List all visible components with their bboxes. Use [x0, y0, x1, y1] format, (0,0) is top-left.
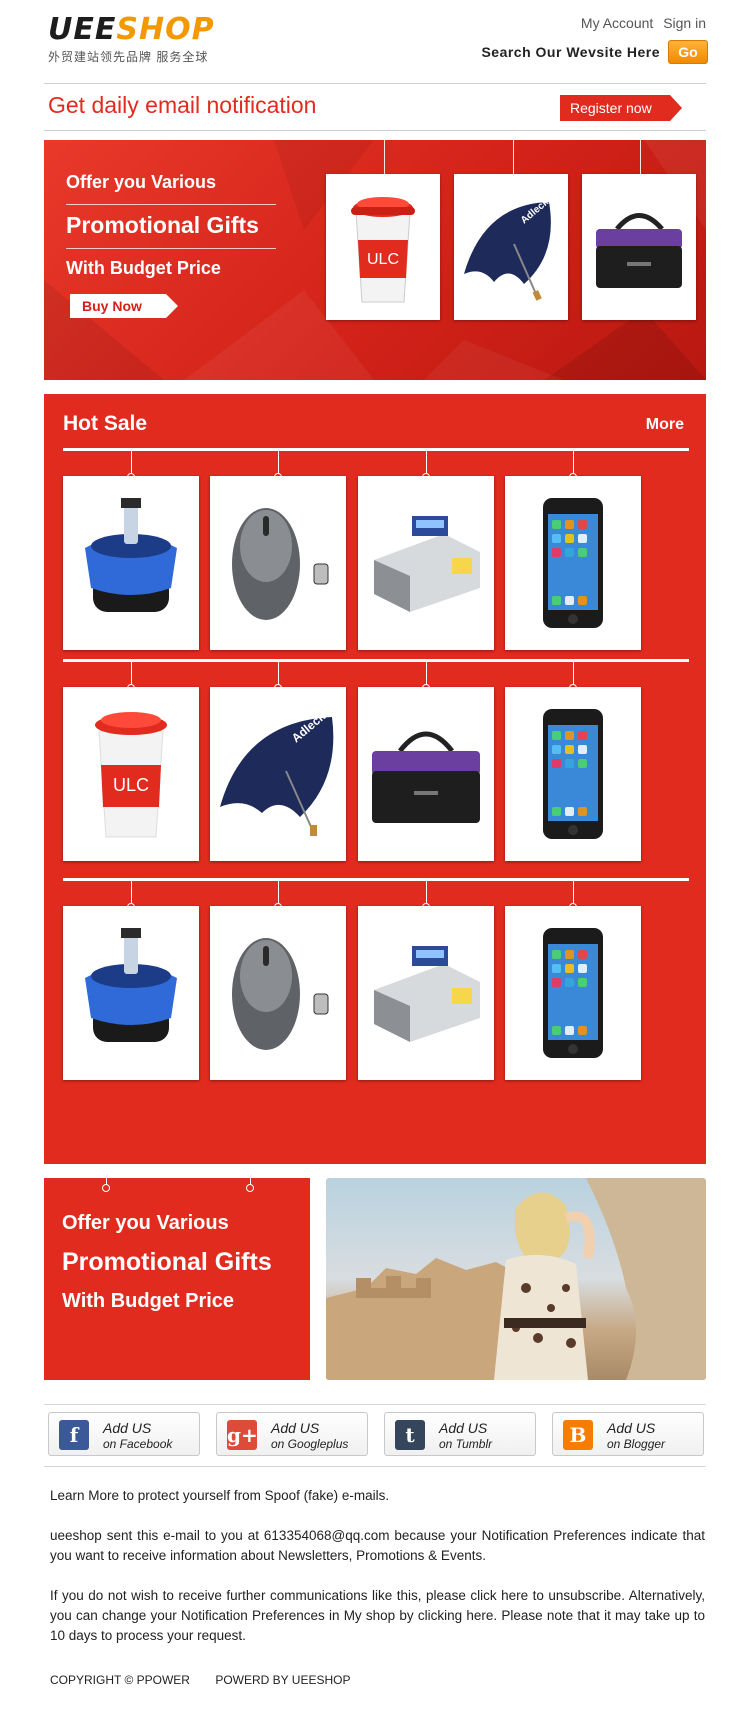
network-label: on Blogger [607, 1437, 666, 1451]
spoof-notice: Learn More to protect yourself from Spoo… [50, 1488, 390, 1503]
product-card[interactable]: ULC [63, 687, 199, 861]
product-card[interactable] [505, 476, 641, 650]
promo2-line-3: With Budget Price [62, 1290, 235, 1312]
divider [44, 1404, 706, 1405]
product-card[interactable] [210, 476, 346, 650]
divider [44, 130, 706, 131]
hot-sale-rule [63, 448, 689, 451]
logo[interactable]: UEESHOP 外贸建站领先品牌 服务全球 [48, 14, 215, 65]
product-card[interactable]: Adleck [210, 687, 346, 861]
hot-sale-rule [63, 878, 689, 881]
add-us-button[interactable]: f Add US on Facebook [48, 1412, 200, 1456]
account-links: My Account Sign in [575, 15, 706, 31]
add-us-button[interactable]: g+ Add US on Googleplus [216, 1412, 368, 1456]
logo-tagline: 外贸建站领先品牌 服务全球 [48, 50, 209, 64]
product-card-bag[interactable] [582, 174, 696, 320]
umbrella-icon: Adleck [464, 197, 551, 301]
svg-text:ULC: ULC [367, 251, 399, 268]
logo-wordmark: UEESHOP [48, 12, 215, 47]
product-card-umbrella[interactable]: Adleck [454, 174, 568, 320]
mug-icon: ULC [351, 197, 415, 303]
banner-line-3: With Budget Price [66, 258, 221, 278]
product-card[interactable] [505, 906, 641, 1080]
money-counter-icon [374, 946, 480, 1042]
umbrella-icon: Adleck [220, 709, 334, 836]
banner-rule [66, 248, 276, 249]
money-counter-icon [374, 516, 480, 612]
hanger-thread [384, 140, 385, 176]
sign-in-link[interactable]: Sign in [663, 15, 706, 31]
notification-heading: Get daily email notification [48, 92, 317, 118]
googleplus-icon: g+ [227, 1420, 258, 1450]
banner-rule [66, 204, 276, 205]
banner-line-1: Offer you Various [66, 172, 217, 192]
product-card[interactable] [358, 687, 494, 861]
hot-sale-rule [63, 659, 689, 662]
product-card[interactable] [63, 906, 199, 1080]
hanger-dot [102, 1184, 110, 1192]
facebook-icon: f [59, 1420, 89, 1450]
add-us-label: Add US [439, 1420, 488, 1436]
hanger-thread [513, 140, 514, 176]
copyright-text: COPYRIGHT © PPOWER [50, 1673, 190, 1687]
hot-sale-section: Hot Sale More ULC Adleck [44, 394, 706, 1164]
network-label: on Tumblr [439, 1437, 493, 1451]
tumblr-icon: t [395, 1420, 425, 1450]
unsubscribe-notice: If you do not wish to receive further co… [50, 1588, 705, 1643]
model-photo-illustration [326, 1178, 706, 1380]
fashion-photo[interactable] [326, 1178, 706, 1380]
email-notice: ueeshop sent this e-mail to you at 61335… [50, 1528, 705, 1563]
divider [44, 1466, 706, 1467]
mouse-icon [232, 508, 329, 620]
add-us-button[interactable]: t Add US on Tumblr [384, 1412, 536, 1456]
product-card[interactable] [505, 687, 641, 861]
mug-icon: ULC [95, 712, 167, 838]
more-link[interactable]: More [646, 416, 684, 434]
add-us-button[interactable]: B Add US on Blogger [552, 1412, 704, 1456]
go-button[interactable]: Go [668, 40, 708, 64]
hanger-thread [640, 140, 641, 176]
product-card[interactable] [210, 906, 346, 1080]
divider [44, 83, 706, 84]
search-row: Search Our Wevsite Here Go [481, 40, 708, 64]
my-account-link[interactable]: My Account [581, 15, 653, 31]
add-us-label: Add US [271, 1420, 320, 1436]
email-page: UEESHOP 外贸建站领先品牌 服务全球 My Account Sign in… [0, 0, 750, 1724]
hanger-dot [246, 1184, 254, 1192]
phone-icon [543, 498, 603, 628]
promo-banner[interactable]: Offer you Various Promotional Gifts With… [44, 140, 706, 380]
mouse-icon [232, 938, 329, 1050]
add-us-label: Add US [607, 1420, 656, 1436]
product-card[interactable] [358, 906, 494, 1080]
promo2-line-1: Offer you Various [62, 1212, 229, 1234]
product-card[interactable] [358, 476, 494, 650]
phone-icon [543, 709, 603, 839]
bag-icon [372, 731, 480, 823]
promo2-line-2: Promotional Gifts [62, 1248, 272, 1276]
speaker-icon [85, 498, 177, 612]
svg-text:ULC: ULC [113, 775, 149, 795]
add-us-label: Add US [103, 1420, 152, 1436]
copyright-row: COPYRIGHT © PPOWER POWERD BY UEESHOP [50, 1673, 372, 1687]
hot-sale-title: Hot Sale [63, 412, 148, 435]
search-label[interactable]: Search Our Wevsite Here [481, 44, 660, 60]
register-now-button[interactable]: Register now [560, 95, 682, 121]
network-label: on Facebook [103, 1437, 173, 1451]
banner-line-2: Promotional Gifts [66, 212, 259, 238]
blogger-icon: B [563, 1420, 593, 1450]
network-label: on Googleplus [271, 1437, 349, 1451]
bag-icon [596, 213, 682, 288]
product-card-mug[interactable]: ULC [326, 174, 440, 320]
product-card[interactable] [63, 476, 199, 650]
promo-gifts-box[interactable]: Offer you Various Promotional Gifts With… [44, 1178, 310, 1380]
powered-by-text: POWERD BY UEESHOP [215, 1673, 351, 1687]
phone-icon [543, 928, 603, 1058]
speaker-icon [85, 928, 177, 1042]
buy-now-button[interactable]: Buy Now [70, 294, 178, 318]
